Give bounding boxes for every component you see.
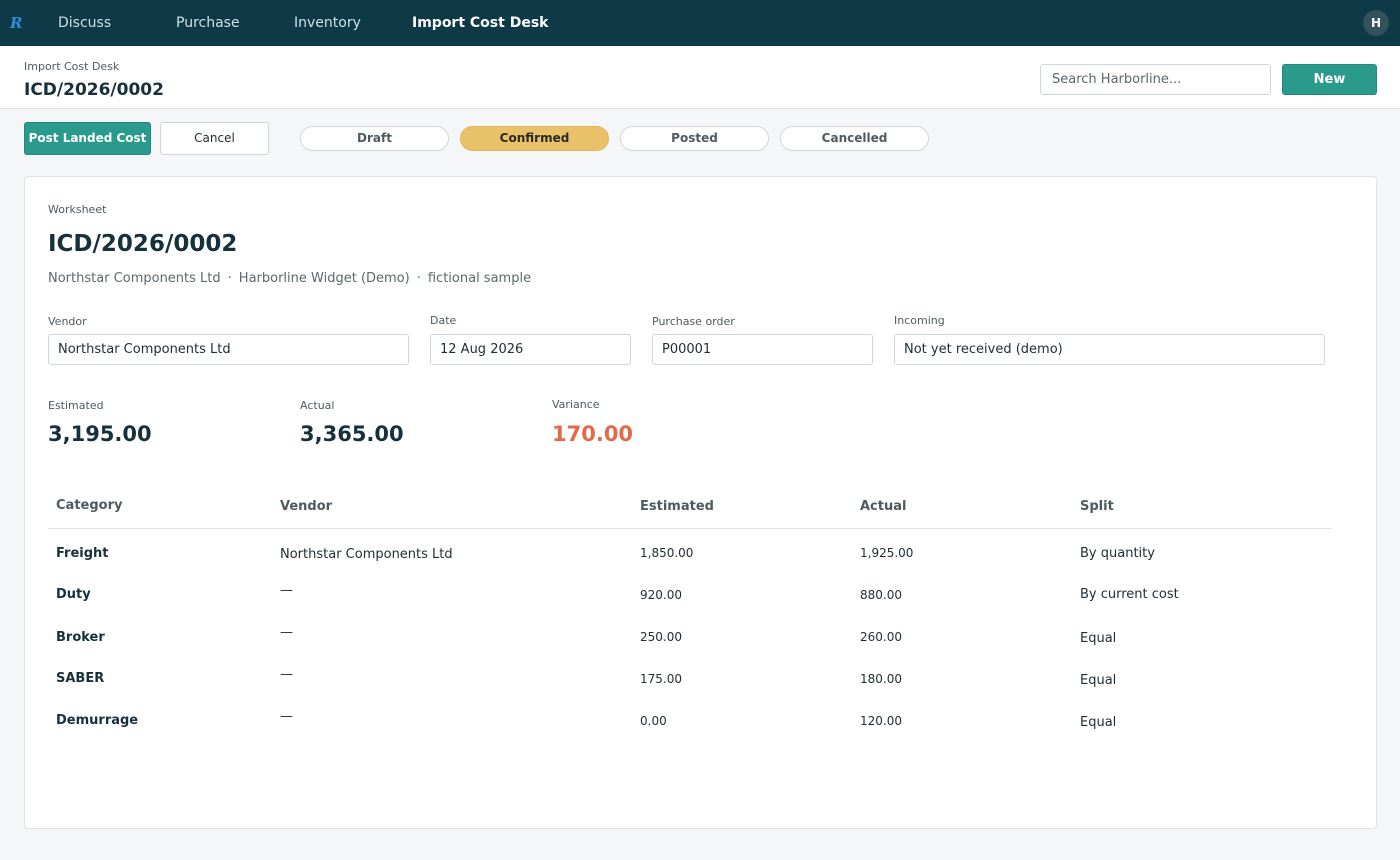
- row-split: Equal: [1080, 673, 1117, 688]
- breadcrumb[interactable]: Import Cost Desk: [24, 60, 119, 73]
- page-header: Import Cost Desk ICD/2026/0002 New: [0, 46, 1400, 109]
- meta-note: fictional sample: [427, 271, 532, 286]
- purchase-order-field[interactable]: P00001: [652, 334, 873, 365]
- col-header-actual[interactable]: Actual: [860, 499, 906, 514]
- nav-item-purchase[interactable]: Purchase: [176, 0, 240, 46]
- estimated-total-label: Estimated: [48, 399, 104, 412]
- meta-separator: ·: [227, 271, 232, 286]
- cancel-button[interactable]: Cancel: [160, 122, 269, 155]
- incoming-field[interactable]: Not yet received (demo): [894, 334, 1325, 365]
- worksheet-label: Worksheet: [48, 203, 107, 216]
- app-logo-icon[interactable]: R: [10, 13, 40, 33]
- new-button[interactable]: New: [1282, 64, 1377, 95]
- row-estimated: 0.00: [640, 714, 667, 728]
- row-vendor: Northstar Components Ltd: [280, 547, 453, 562]
- col-header-vendor[interactable]: Vendor: [280, 499, 332, 514]
- variance-value: 170.00: [552, 422, 634, 446]
- nav-item-import-cost-desk[interactable]: Import Cost Desk: [412, 0, 548, 46]
- nav-item-discuss[interactable]: Discuss: [58, 0, 111, 46]
- worksheet-meta: Northstar Components Ltd · Harborline Widg…: [48, 271, 531, 286]
- stage-cancelled[interactable]: Cancelled: [780, 126, 929, 151]
- meta-vendor: Northstar Components Ltd: [48, 271, 221, 286]
- row-vendor: —: [280, 583, 293, 598]
- worksheet-card: Worksheet ICD/2026/0002 Northstar Compon…: [24, 176, 1377, 829]
- incoming-field-label: Incoming: [894, 314, 945, 327]
- row-actual: 880.00: [860, 588, 902, 602]
- row-actual: 120.00: [860, 714, 902, 728]
- col-header-estimated[interactable]: Estimated: [640, 499, 714, 514]
- row-actual: 260.00: [860, 630, 902, 644]
- row-category[interactable]: Broker: [56, 630, 105, 645]
- vendor-field-label: Vendor: [48, 315, 87, 328]
- date-field-label: Date: [430, 314, 457, 327]
- actual-total-value: 3,365.00: [300, 422, 404, 446]
- row-actual: 1,925.00: [860, 546, 914, 560]
- nav-item-inventory[interactable]: Inventory: [294, 0, 361, 46]
- meta-product: Harborline Widget (Demo): [238, 271, 410, 286]
- row-vendor: —: [280, 667, 293, 682]
- row-split: Equal: [1080, 631, 1117, 646]
- row-split: Equal: [1080, 715, 1117, 730]
- row-split: By current cost: [1080, 587, 1179, 602]
- table-header-divider: [48, 528, 1332, 529]
- stage-posted[interactable]: Posted: [620, 126, 769, 151]
- meta-separator: ·: [416, 271, 421, 286]
- user-avatar[interactable]: H: [1363, 10, 1389, 36]
- actual-total-label: Actual: [300, 399, 335, 412]
- row-estimated: 920.00: [640, 588, 682, 602]
- row-split: By quantity: [1080, 546, 1155, 561]
- row-estimated: 1,850.00: [640, 546, 694, 560]
- page-title: ICD/2026/0002: [24, 80, 164, 100]
- row-category[interactable]: Freight: [56, 546, 109, 561]
- row-estimated: 250.00: [640, 630, 682, 644]
- stage-draft[interactable]: Draft: [300, 126, 449, 151]
- row-actual: 180.00: [860, 672, 902, 686]
- stage-confirmed[interactable]: Confirmed: [460, 126, 609, 151]
- col-header-category[interactable]: Category: [56, 498, 122, 513]
- worksheet-title: ICD/2026/0002: [48, 231, 238, 257]
- row-vendor: —: [280, 625, 293, 640]
- row-category[interactable]: Duty: [56, 587, 91, 602]
- row-category[interactable]: Demurrage: [56, 713, 138, 728]
- row-vendor: —: [280, 709, 293, 724]
- search-input[interactable]: [1040, 64, 1271, 95]
- variance-label: Variance: [552, 398, 600, 411]
- top-navbar: R Discuss Purchase Inventory Import Cost…: [0, 0, 1400, 46]
- col-header-split[interactable]: Split: [1080, 499, 1114, 514]
- estimated-total-value: 3,195.00: [48, 422, 152, 446]
- vendor-field[interactable]: Northstar Components Ltd: [48, 334, 409, 365]
- post-landed-cost-button[interactable]: Post Landed Cost: [24, 122, 151, 155]
- row-estimated: 175.00: [640, 672, 682, 686]
- row-category[interactable]: SABER: [56, 671, 104, 686]
- date-field[interactable]: 12 Aug 2026: [430, 334, 631, 365]
- purchase-order-field-label: Purchase order: [652, 315, 735, 328]
